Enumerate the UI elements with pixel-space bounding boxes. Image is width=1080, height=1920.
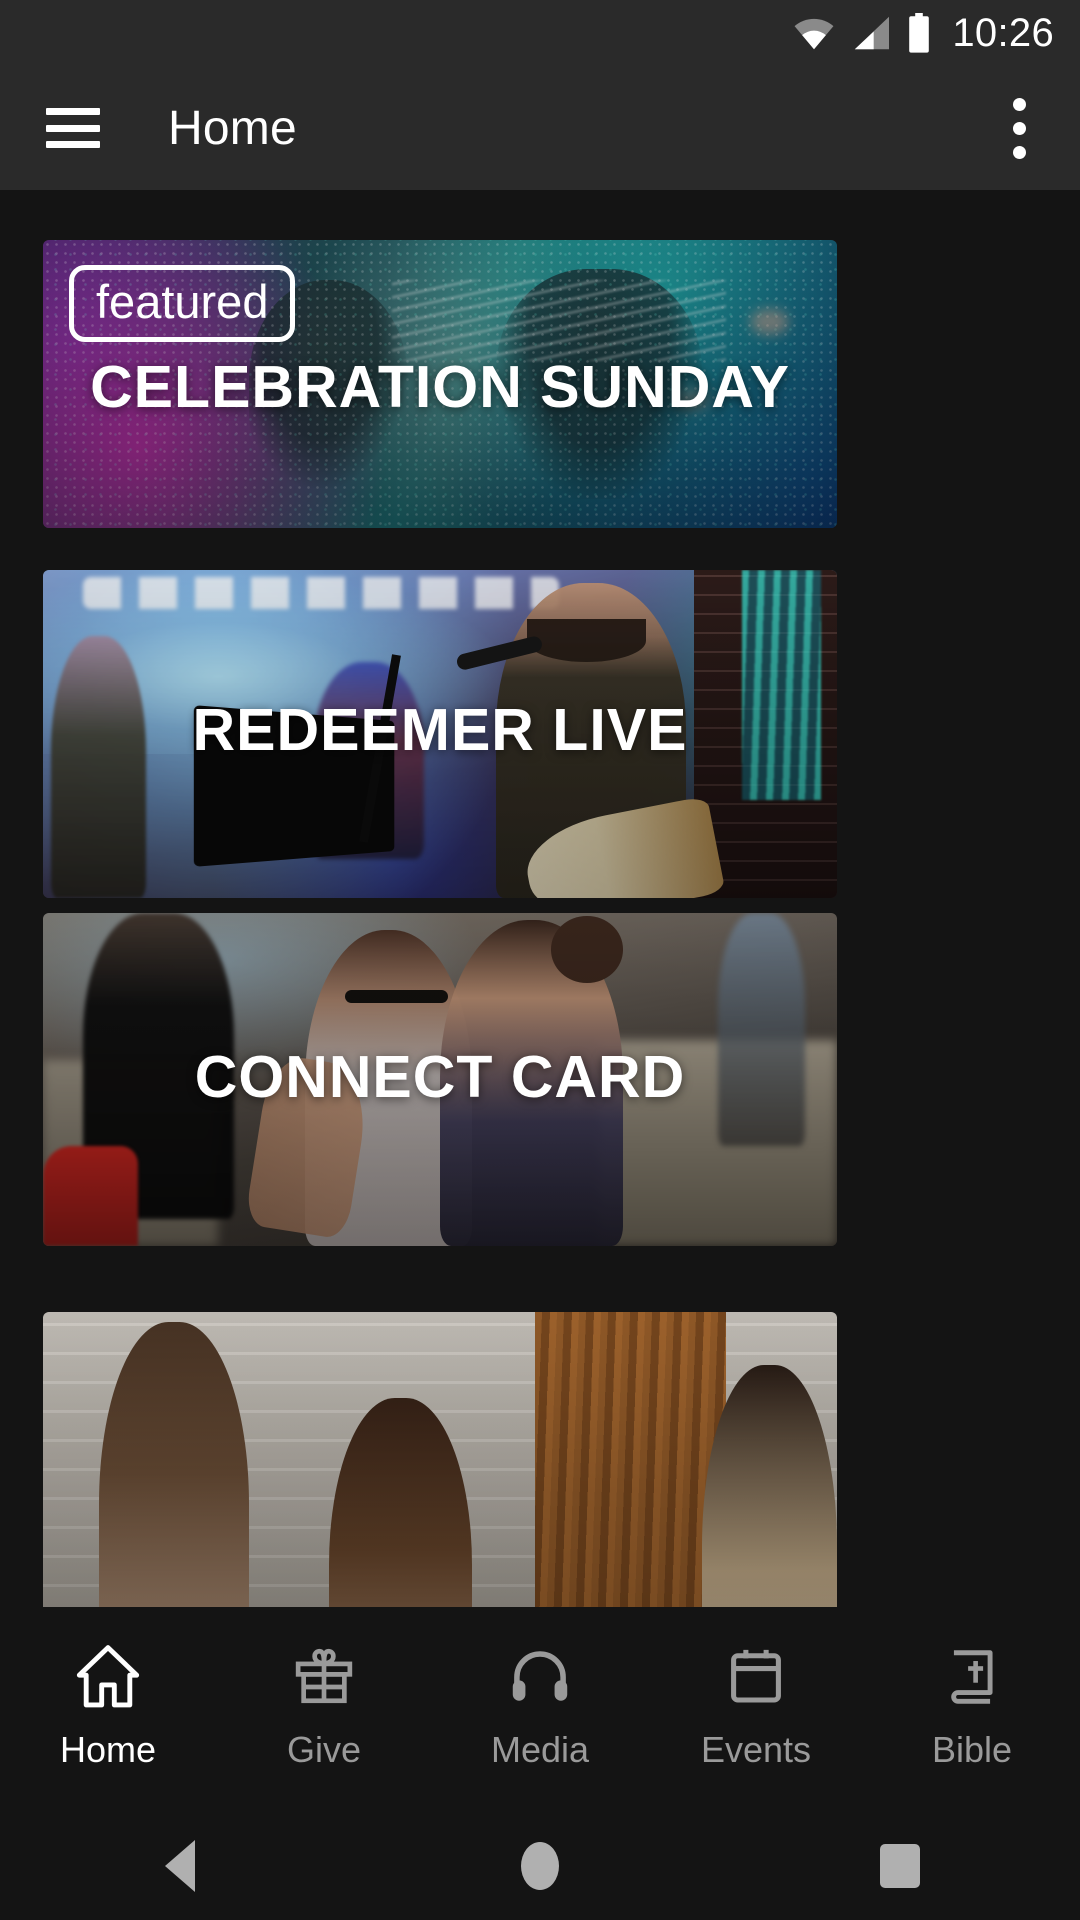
card-title: CELEBRATION SUNDAY [90, 354, 790, 420]
nav-item-home[interactable]: Home [0, 1607, 216, 1812]
status-bar: 10:26 [0, 0, 1080, 66]
android-system-navigation-bar [0, 1812, 1080, 1920]
card-title: CONNECT CARD [194, 1044, 686, 1110]
feed-card-featured[interactable]: featured CELEBRATION SUNDAY [43, 240, 837, 528]
nav-item-bible[interactable]: Bible [864, 1607, 1080, 1812]
nav-label: Media [490, 1729, 590, 1770]
bottom-navigation-bar: Home Give Media Events Bible [0, 1607, 1080, 1812]
calendar-icon [724, 1641, 788, 1711]
home-circle-icon[interactable] [480, 1812, 600, 1920]
app-bar: Home [0, 66, 1080, 190]
headphones-icon [507, 1641, 573, 1711]
gift-icon [291, 1641, 357, 1711]
nav-label: Bible [931, 1729, 1013, 1770]
nav-item-events[interactable]: Events [648, 1607, 864, 1812]
cellular-signal-icon [855, 16, 890, 50]
feed-card-partial[interactable] [43, 1312, 837, 1607]
recents-square-icon[interactable] [840, 1812, 960, 1920]
home-feed-scroll[interactable]: featured CELEBRATION SUNDAY REDEEMER LIV… [0, 190, 1080, 1607]
wifi-icon [794, 18, 834, 50]
feed-card-connect-card[interactable]: CONNECT CARD [43, 913, 837, 1246]
card-overlay [43, 1312, 837, 1607]
home-icon [73, 1641, 143, 1711]
nav-label: Home [59, 1729, 157, 1770]
nav-item-media[interactable]: Media [432, 1607, 648, 1812]
overflow-menu-icon[interactable] [1003, 88, 1036, 169]
nav-item-give[interactable]: Give [216, 1607, 432, 1812]
page-title: Home [168, 101, 297, 155]
back-triangle-icon[interactable] [120, 1812, 240, 1920]
nav-label: Give [286, 1729, 362, 1770]
battery-icon [909, 13, 930, 53]
hamburger-menu-icon[interactable] [46, 108, 100, 148]
nav-label: Events [700, 1729, 812, 1770]
featured-badge: featured [69, 265, 296, 342]
bible-book-icon [941, 1641, 1003, 1711]
status-bar-clock: 10:26 [952, 11, 1054, 55]
feed-card-redeemer-live[interactable]: REDEEMER LIVE [43, 570, 837, 898]
card-title: REDEEMER LIVE [192, 697, 688, 763]
